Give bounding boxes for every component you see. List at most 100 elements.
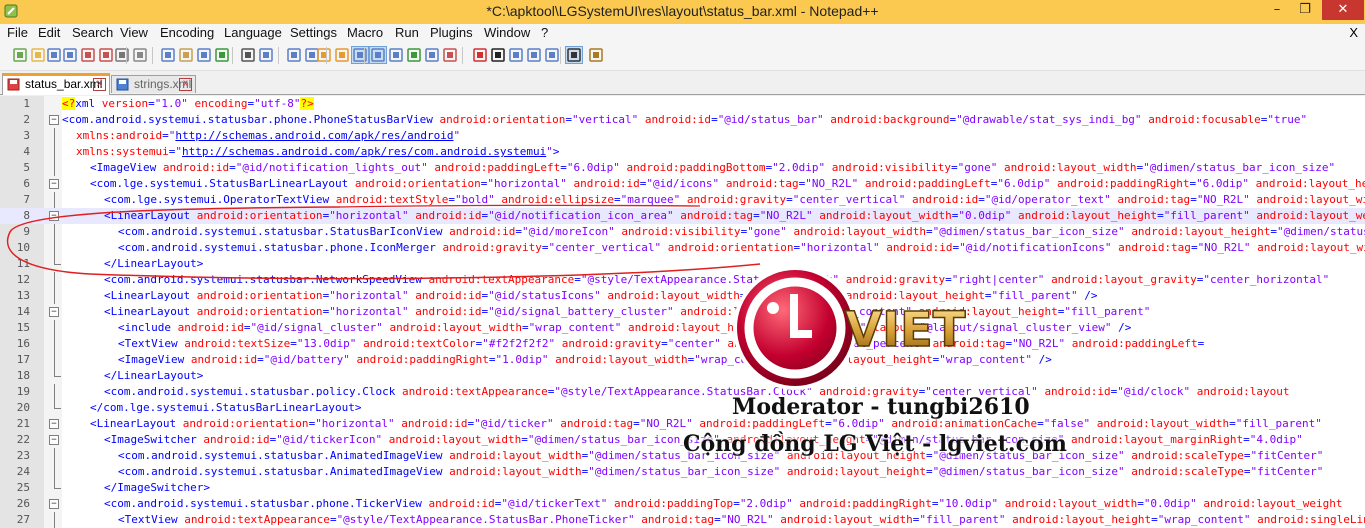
code-line[interactable]: 1 <?xml version="1.0" encoding="utf-8"?> <box>0 96 1365 112</box>
doc-map-icon[interactable] <box>424 47 440 63</box>
fold-toggle-icon[interactable]: − <box>49 179 59 189</box>
fold-guide <box>54 336 55 352</box>
fold-toggle-icon[interactable]: − <box>49 419 59 429</box>
menu-help[interactable]: ? <box>541 25 548 40</box>
sync-vertical-icon[interactable] <box>316 47 332 63</box>
line-number: 25 <box>16 481 30 494</box>
menu-plugins[interactable]: Plugins <box>430 25 473 40</box>
line-number: 15 <box>16 321 30 334</box>
code-line[interactable]: 19 <com.android.systemui.statusbar.policy… <box>0 384 1365 400</box>
fold-toggle-icon[interactable]: − <box>49 499 59 509</box>
unsaved-file-icon <box>7 78 20 91</box>
paste-icon[interactable] <box>178 47 194 63</box>
menu-edit[interactable]: Edit <box>38 25 60 40</box>
code-line[interactable]: 26 − <com.android.systemui.statusbar.phone… <box>0 496 1365 512</box>
menu-file[interactable]: File <box>7 25 28 40</box>
code-line[interactable]: 11 </LinearLayout> <box>0 256 1365 272</box>
code-line[interactable]: 24 <com.android.systemui.statusbar.Animat… <box>0 464 1365 480</box>
close-icon[interactable]: x <box>93 78 106 91</box>
zoom-in-icon[interactable] <box>286 47 302 63</box>
run-macro-multiple-icon[interactable] <box>526 47 542 63</box>
fold-toggle-icon[interactable]: − <box>49 307 59 317</box>
show-all-chars-icon[interactable] <box>369 46 387 64</box>
new-file-icon[interactable] <box>12 47 28 63</box>
code-line[interactable]: 3 xmlns:android="http://schemas.android.c… <box>0 128 1365 144</box>
code-line[interactable]: 12 <com.android.systemui.statusbar.Networ… <box>0 272 1365 288</box>
play-macro-icon[interactable] <box>508 47 524 63</box>
plugin-icon[interactable] <box>588 47 604 63</box>
fold-toggle-icon[interactable]: − <box>49 115 59 125</box>
save-icon[interactable] <box>46 47 62 63</box>
code-line[interactable]: 16 <TextView android:textSize="13.0dip" a… <box>0 336 1365 352</box>
menu-language[interactable]: Language <box>224 25 282 40</box>
fold-toggle-icon[interactable]: − <box>49 435 59 445</box>
toolbar-separator <box>462 47 463 64</box>
line-number: 11 <box>16 257 30 270</box>
menu-window[interactable]: Window <box>484 25 530 40</box>
find-icon[interactable] <box>240 47 256 63</box>
menu-settings[interactable]: Settings <box>290 25 337 40</box>
code-line[interactable]: 22 − <ImageSwitcher android:id="@id/ticker… <box>0 432 1365 448</box>
indent-guide-icon[interactable] <box>388 47 404 63</box>
code-line[interactable]: 23 <com.android.systemui.statusbar.Animat… <box>0 448 1365 464</box>
code-line[interactable]: 18 </LinearLayout> <box>0 368 1365 384</box>
code-editor[interactable]: 1 <?xml version="1.0" encoding="utf-8"?> 2… <box>0 96 1365 528</box>
menu-view[interactable]: View <box>120 25 148 40</box>
menu-run[interactable]: Run <box>395 25 419 40</box>
code-line[interactable]: 25 </ImageSwitcher> <box>0 480 1365 496</box>
close-document-button[interactable]: X <box>1349 25 1358 40</box>
code-line[interactable]: 4 xmlns:systemui="http://schemas.android.… <box>0 144 1365 160</box>
record-macro-icon[interactable] <box>472 47 488 63</box>
open-file-icon[interactable] <box>30 47 46 63</box>
save-all-icon[interactable] <box>62 47 78 63</box>
menu-bar: File Edit Search View Encoding Language … <box>0 24 1365 42</box>
code-line[interactable]: 6 − <com.lge.systemui.StatusBarLinearLayou… <box>0 176 1365 192</box>
code-line[interactable]: 20 </com.lge.systemui.StatusBarLinearLayo… <box>0 400 1365 416</box>
word-wrap-icon[interactable] <box>351 46 369 64</box>
code-line[interactable]: 2 − <com.android.systemui.statusbar.phone.… <box>0 112 1365 128</box>
tab-status-bar-xml[interactable]: status_bar.xml x <box>2 73 110 95</box>
user-lang-icon[interactable] <box>406 47 422 63</box>
code-line[interactable]: 15 <include android:id="@id/signal_cluste… <box>0 320 1365 336</box>
code-line[interactable]: 7 <com.lge.systemui.OperatorTextView andr… <box>0 192 1365 208</box>
close-window-button[interactable]: ✕ <box>1322 0 1364 20</box>
code-text: <com.android.systemui.statusbar.Animated… <box>118 449 1324 462</box>
sync-horizontal-icon[interactable] <box>334 47 350 63</box>
close-icon[interactable] <box>80 47 96 63</box>
line-number: 23 <box>16 449 30 462</box>
print-icon[interactable] <box>114 47 130 63</box>
code-line[interactable]: 14 − <LinearLayout android:orientation="ho… <box>0 304 1365 320</box>
fold-toggle-icon[interactable]: − <box>49 211 59 221</box>
code-line[interactable]: 21 − <LinearLayout android:orientation="ho… <box>0 416 1365 432</box>
code-text: <com.android.systemui.statusbar.policy.C… <box>104 385 1290 398</box>
code-line[interactable]: 8 − <LinearLayout android:orientation="hor… <box>0 208 1365 224</box>
close-icon[interactable]: x <box>179 78 192 91</box>
code-line[interactable]: 10 <com.android.systemui.statusbar.phone.… <box>0 240 1365 256</box>
menu-macro[interactable]: Macro <box>347 25 383 40</box>
undo-icon[interactable] <box>196 47 212 63</box>
cut-icon[interactable] <box>132 47 148 63</box>
code-text: <TextView android:textAppearance="@style… <box>118 513 1365 526</box>
code-line[interactable]: 5 <ImageView android:id="@id/notification… <box>0 160 1365 176</box>
menu-encoding[interactable]: Encoding <box>160 25 214 40</box>
replace-icon[interactable] <box>258 47 274 63</box>
maximize-button[interactable]: ❐ <box>1292 0 1318 20</box>
code-text: <TextView android:textSize="13.0dip" and… <box>118 337 1205 350</box>
redo-icon[interactable] <box>214 47 230 63</box>
code-line[interactable]: 27 <TextView android:textAppearance="@sty… <box>0 512 1365 528</box>
ds-plugin-icon[interactable] <box>565 46 583 64</box>
fold-guide <box>54 464 55 480</box>
minimize-button[interactable]: – <box>1264 0 1290 20</box>
code-line[interactable]: 17 <ImageView android:id="@id/battery" an… <box>0 352 1365 368</box>
close-all-icon[interactable] <box>98 47 114 63</box>
fold-guide <box>54 192 55 208</box>
tab-strings-xml[interactable]: strings.xml x <box>111 75 196 93</box>
code-line[interactable]: 9 <com.android.systemui.statusbar.StatusB… <box>0 224 1365 240</box>
save-macro-icon[interactable] <box>544 47 560 63</box>
function-list-icon[interactable] <box>442 47 458 63</box>
code-line[interactable]: 13 <LinearLayout android:orientation="hor… <box>0 288 1365 304</box>
menu-search[interactable]: Search <box>72 25 113 40</box>
stop-record-icon[interactable] <box>490 47 506 63</box>
line-number: 18 <box>16 369 30 382</box>
copy-icon[interactable] <box>160 47 176 63</box>
